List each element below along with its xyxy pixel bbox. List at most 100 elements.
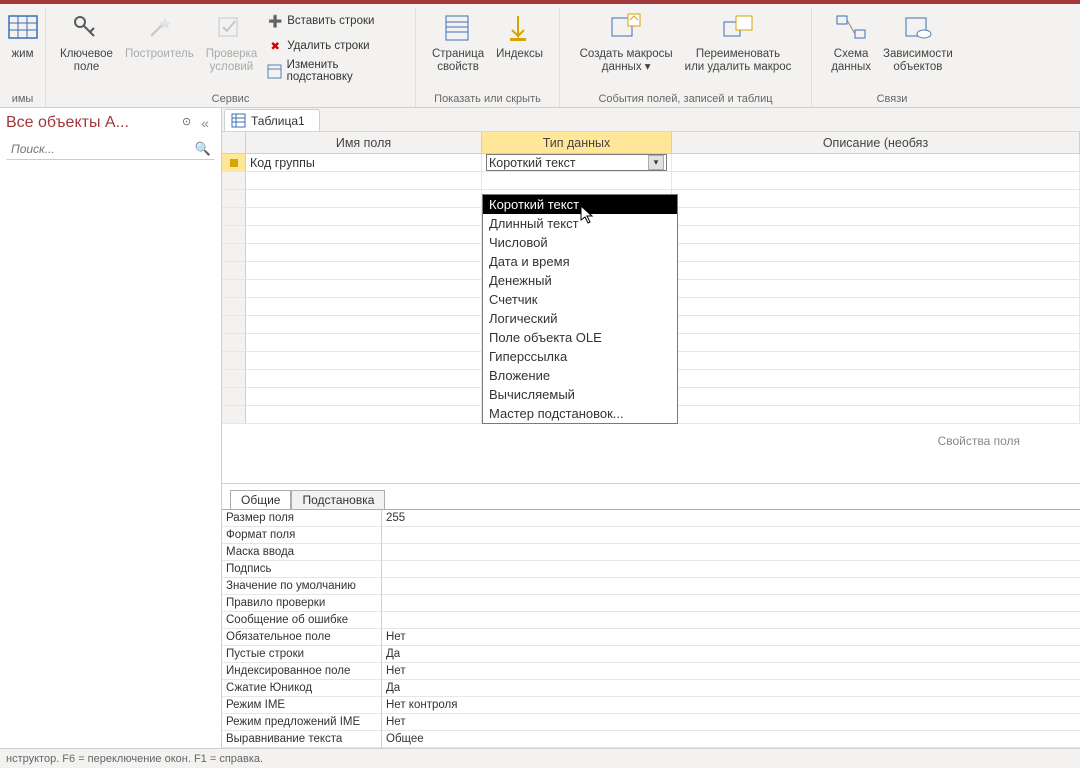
prop-value[interactable] [382,612,1080,629]
status-bar: нструктор. F6 = переключение окон. F1 = … [0,748,1080,768]
view-button[interactable]: жим [0,8,47,63]
type-option[interactable]: Числовой [483,233,677,252]
insert-rows-button[interactable]: ➕Вставить строки [267,10,403,32]
description-cell[interactable] [672,298,1080,316]
prop-value[interactable]: Да [382,646,1080,663]
field-name-cell[interactable] [246,406,482,424]
prop-value[interactable]: Нет [382,663,1080,680]
prop-value[interactable]: Нет [382,629,1080,646]
description-cell[interactable] [672,262,1080,280]
row-selector[interactable] [222,352,246,370]
type-option[interactable]: Мастер подстановок... [483,404,677,423]
row-selector[interactable] [222,190,246,208]
field-name-cell[interactable] [246,208,482,226]
prop-value[interactable] [382,561,1080,578]
type-option[interactable]: Вложение [483,366,677,385]
row-selector[interactable] [222,388,246,406]
description-cell[interactable] [672,154,1080,172]
col-header-desc[interactable]: Описание (необяз [672,132,1080,154]
col-header-type[interactable]: Тип данных [482,132,672,154]
primary-key-button[interactable]: Ключевое поле [54,8,119,76]
prop-value[interactable]: Нет контроля [382,697,1080,714]
description-cell[interactable] [672,334,1080,352]
field-name-cell[interactable] [246,244,482,262]
indexes-button[interactable]: Индексы [490,8,549,63]
description-cell[interactable] [672,352,1080,370]
type-option[interactable]: Вычисляемый [483,385,677,404]
prop-value[interactable]: Общее [382,731,1080,748]
row-selector[interactable] [222,208,246,226]
rename-delete-macro-button[interactable]: Переименовать или удалить макрос [679,8,798,76]
select-all-rows[interactable] [222,132,246,154]
col-header-field[interactable]: Имя поля [246,132,482,154]
type-option[interactable]: Короткий текст [483,195,677,214]
dropdown-arrow-icon[interactable]: ▾ [648,155,664,170]
description-cell[interactable] [672,316,1080,334]
prop-value[interactable] [382,578,1080,595]
search-input[interactable] [6,138,215,160]
relationships-button[interactable]: Схема данных [825,8,877,76]
row-selector[interactable] [222,370,246,388]
row-selector[interactable] [222,262,246,280]
prop-value[interactable] [382,527,1080,544]
create-macros-button[interactable]: Создать макросы данных ▾ [574,8,679,76]
description-cell[interactable] [672,208,1080,226]
field-name-cell[interactable] [246,370,482,388]
prop-value[interactable] [382,544,1080,561]
description-cell[interactable] [672,370,1080,388]
type-option[interactable]: Гиперссылка [483,347,677,366]
delete-rows-button[interactable]: ✖Удалить строки [267,35,403,57]
property-sheet-button[interactable]: Страница свойств [426,8,490,76]
row-selector[interactable] [222,406,246,424]
prop-value[interactable]: 255 [382,510,1080,527]
row-selector[interactable] [222,334,246,352]
search-icon[interactable]: 🔍 [195,141,211,157]
field-name-cell[interactable] [246,298,482,316]
table-tab[interactable]: Таблица1 [224,109,320,131]
prop-value[interactable]: Нет [382,714,1080,731]
type-option[interactable]: Денежный [483,271,677,290]
type-option[interactable]: Счетчик [483,290,677,309]
nav-pane-dropdown[interactable]: ⊙ [178,115,195,131]
field-name-cell[interactable]: Код группы [246,154,482,172]
description-cell[interactable] [672,226,1080,244]
prop-value[interactable]: Да [382,680,1080,697]
type-option[interactable]: Логический [483,309,677,328]
type-option[interactable]: Длинный текст [483,214,677,233]
tab-lookup[interactable]: Подстановка [291,490,385,509]
row-selector[interactable] [222,280,246,298]
prop-value[interactable] [382,595,1080,612]
description-cell[interactable] [672,406,1080,424]
field-name-cell[interactable] [246,334,482,352]
field-name-cell[interactable] [246,262,482,280]
field-name-cell[interactable] [246,352,482,370]
dependencies-button[interactable]: Зависимости объектов [877,8,959,76]
nav-pane-collapse[interactable]: « [197,115,213,131]
tab-general[interactable]: Общие [230,490,291,509]
field-name-cell[interactable] [246,226,482,244]
description-cell[interactable] [672,244,1080,262]
field-name-cell[interactable] [246,388,482,406]
row-selector[interactable] [222,226,246,244]
type-option[interactable]: Поле объекта OLE [483,328,677,347]
data-type-cell[interactable] [482,172,672,190]
data-type-cell[interactable]: Короткий текст ▾ [482,154,672,172]
field-name-cell[interactable] [246,190,482,208]
description-cell[interactable] [672,388,1080,406]
description-cell[interactable] [672,280,1080,298]
row-selector[interactable] [222,244,246,262]
row-selector[interactable] [222,316,246,334]
row-selector[interactable] [222,154,246,172]
description-cell[interactable] [672,190,1080,208]
field-name-cell[interactable] [246,316,482,334]
field-name-cell[interactable] [246,172,482,190]
modify-lookup-button[interactable]: Изменить подстановку [267,60,403,82]
data-type-dropdown[interactable]: Короткий текстДлинный текстЧисловойДата … [482,194,678,424]
delete-row-icon: ✖ [267,38,283,54]
type-option[interactable]: Дата и время [483,252,677,271]
data-type-combo[interactable]: Короткий текст ▾ [486,154,667,171]
row-selector[interactable] [222,298,246,316]
field-name-cell[interactable] [246,280,482,298]
description-cell[interactable] [672,172,1080,190]
row-selector[interactable] [222,172,246,190]
